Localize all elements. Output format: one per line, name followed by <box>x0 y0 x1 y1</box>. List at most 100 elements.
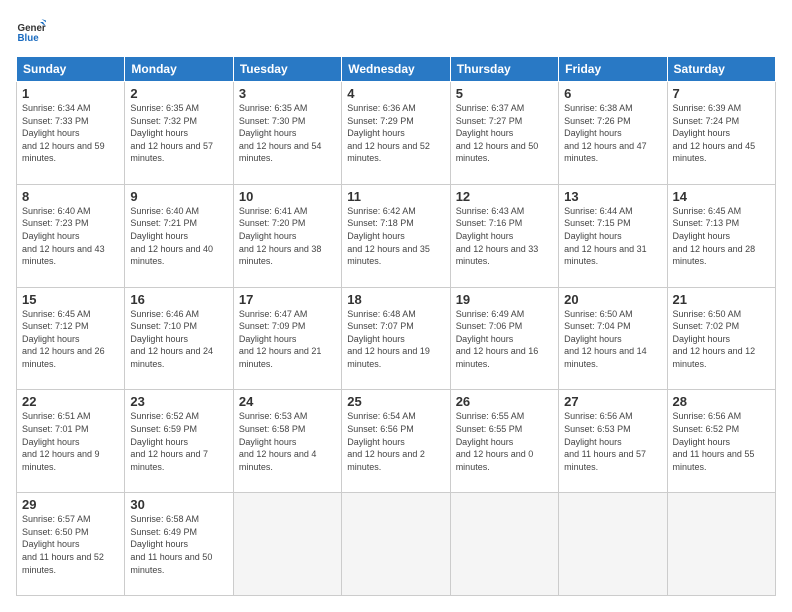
day-info: Sunrise: 6:40 AM Sunset: 7:23 PM Dayligh… <box>22 205 119 268</box>
day-cell: 30 Sunrise: 6:58 AM Sunset: 6:49 PM Dayl… <box>125 493 233 596</box>
day-cell: 9 Sunrise: 6:40 AM Sunset: 7:21 PM Dayli… <box>125 184 233 287</box>
day-info: Sunrise: 6:47 AM Sunset: 7:09 PM Dayligh… <box>239 308 336 371</box>
day-cell: 13 Sunrise: 6:44 AM Sunset: 7:15 PM Dayl… <box>559 184 667 287</box>
day-cell: 26 Sunrise: 6:55 AM Sunset: 6:55 PM Dayl… <box>450 390 558 493</box>
day-number: 29 <box>22 497 119 512</box>
day-info: Sunrise: 6:40 AM Sunset: 7:21 PM Dayligh… <box>130 205 227 268</box>
day-number: 28 <box>673 394 770 409</box>
day-number: 10 <box>239 189 336 204</box>
day-cell: 4 Sunrise: 6:36 AM Sunset: 7:29 PM Dayli… <box>342 82 450 185</box>
day-info: Sunrise: 6:48 AM Sunset: 7:07 PM Dayligh… <box>347 308 444 371</box>
day-cell: 19 Sunrise: 6:49 AM Sunset: 7:06 PM Dayl… <box>450 287 558 390</box>
day-cell: 1 Sunrise: 6:34 AM Sunset: 7:33 PM Dayli… <box>17 82 125 185</box>
day-number: 22 <box>22 394 119 409</box>
day-number: 14 <box>673 189 770 204</box>
day-info: Sunrise: 6:37 AM Sunset: 7:27 PM Dayligh… <box>456 102 553 165</box>
day-info: Sunrise: 6:52 AM Sunset: 6:59 PM Dayligh… <box>130 410 227 473</box>
day-header-monday: Monday <box>125 57 233 82</box>
day-cell: 22 Sunrise: 6:51 AM Sunset: 7:01 PM Dayl… <box>17 390 125 493</box>
day-header-tuesday: Tuesday <box>233 57 341 82</box>
day-number: 2 <box>130 86 227 101</box>
calendar-header-row: SundayMondayTuesdayWednesdayThursdayFrid… <box>17 57 776 82</box>
day-number: 9 <box>130 189 227 204</box>
day-info: Sunrise: 6:50 AM Sunset: 7:02 PM Dayligh… <box>673 308 770 371</box>
day-cell: 15 Sunrise: 6:45 AM Sunset: 7:12 PM Dayl… <box>17 287 125 390</box>
day-info: Sunrise: 6:54 AM Sunset: 6:56 PM Dayligh… <box>347 410 444 473</box>
day-info: Sunrise: 6:51 AM Sunset: 7:01 PM Dayligh… <box>22 410 119 473</box>
day-number: 3 <box>239 86 336 101</box>
day-cell: 2 Sunrise: 6:35 AM Sunset: 7:32 PM Dayli… <box>125 82 233 185</box>
day-info: Sunrise: 6:50 AM Sunset: 7:04 PM Dayligh… <box>564 308 661 371</box>
day-number: 20 <box>564 292 661 307</box>
day-header-wednesday: Wednesday <box>342 57 450 82</box>
day-number: 27 <box>564 394 661 409</box>
day-info: Sunrise: 6:41 AM Sunset: 7:20 PM Dayligh… <box>239 205 336 268</box>
day-info: Sunrise: 6:58 AM Sunset: 6:49 PM Dayligh… <box>130 513 227 576</box>
day-cell: 28 Sunrise: 6:56 AM Sunset: 6:52 PM Dayl… <box>667 390 775 493</box>
day-cell: 8 Sunrise: 6:40 AM Sunset: 7:23 PM Dayli… <box>17 184 125 287</box>
logo: General Blue <box>16 16 46 46</box>
day-number: 25 <box>347 394 444 409</box>
day-cell: 20 Sunrise: 6:50 AM Sunset: 7:04 PM Dayl… <box>559 287 667 390</box>
week-row-4: 22 Sunrise: 6:51 AM Sunset: 7:01 PM Dayl… <box>17 390 776 493</box>
week-row-2: 8 Sunrise: 6:40 AM Sunset: 7:23 PM Dayli… <box>17 184 776 287</box>
day-info: Sunrise: 6:38 AM Sunset: 7:26 PM Dayligh… <box>564 102 661 165</box>
day-header-thursday: Thursday <box>450 57 558 82</box>
day-header-friday: Friday <box>559 57 667 82</box>
day-cell: 7 Sunrise: 6:39 AM Sunset: 7:24 PM Dayli… <box>667 82 775 185</box>
day-info: Sunrise: 6:45 AM Sunset: 7:12 PM Dayligh… <box>22 308 119 371</box>
day-number: 23 <box>130 394 227 409</box>
day-cell: 12 Sunrise: 6:43 AM Sunset: 7:16 PM Dayl… <box>450 184 558 287</box>
day-number: 11 <box>347 189 444 204</box>
day-cell: 14 Sunrise: 6:45 AM Sunset: 7:13 PM Dayl… <box>667 184 775 287</box>
day-cell: 24 Sunrise: 6:53 AM Sunset: 6:58 PM Dayl… <box>233 390 341 493</box>
day-info: Sunrise: 6:53 AM Sunset: 6:58 PM Dayligh… <box>239 410 336 473</box>
day-header-saturday: Saturday <box>667 57 775 82</box>
day-cell: 11 Sunrise: 6:42 AM Sunset: 7:18 PM Dayl… <box>342 184 450 287</box>
day-info: Sunrise: 6:45 AM Sunset: 7:13 PM Dayligh… <box>673 205 770 268</box>
day-info: Sunrise: 6:57 AM Sunset: 6:50 PM Dayligh… <box>22 513 119 576</box>
day-number: 6 <box>564 86 661 101</box>
day-info: Sunrise: 6:34 AM Sunset: 7:33 PM Dayligh… <box>22 102 119 165</box>
day-number: 1 <box>22 86 119 101</box>
day-info: Sunrise: 6:39 AM Sunset: 7:24 PM Dayligh… <box>673 102 770 165</box>
day-cell <box>233 493 341 596</box>
day-header-sunday: Sunday <box>17 57 125 82</box>
calendar-table: SundayMondayTuesdayWednesdayThursdayFrid… <box>16 56 776 596</box>
day-number: 21 <box>673 292 770 307</box>
day-info: Sunrise: 6:49 AM Sunset: 7:06 PM Dayligh… <box>456 308 553 371</box>
day-cell <box>559 493 667 596</box>
day-cell: 29 Sunrise: 6:57 AM Sunset: 6:50 PM Dayl… <box>17 493 125 596</box>
day-info: Sunrise: 6:35 AM Sunset: 7:30 PM Dayligh… <box>239 102 336 165</box>
day-number: 30 <box>130 497 227 512</box>
day-info: Sunrise: 6:43 AM Sunset: 7:16 PM Dayligh… <box>456 205 553 268</box>
day-info: Sunrise: 6:35 AM Sunset: 7:32 PM Dayligh… <box>130 102 227 165</box>
logo-icon: General Blue <box>16 16 46 46</box>
day-cell: 16 Sunrise: 6:46 AM Sunset: 7:10 PM Dayl… <box>125 287 233 390</box>
day-number: 5 <box>456 86 553 101</box>
day-info: Sunrise: 6:56 AM Sunset: 6:53 PM Dayligh… <box>564 410 661 473</box>
day-info: Sunrise: 6:42 AM Sunset: 7:18 PM Dayligh… <box>347 205 444 268</box>
header: General Blue <box>16 16 776 46</box>
day-number: 26 <box>456 394 553 409</box>
day-info: Sunrise: 6:55 AM Sunset: 6:55 PM Dayligh… <box>456 410 553 473</box>
day-info: Sunrise: 6:56 AM Sunset: 6:52 PM Dayligh… <box>673 410 770 473</box>
day-cell: 27 Sunrise: 6:56 AM Sunset: 6:53 PM Dayl… <box>559 390 667 493</box>
week-row-1: 1 Sunrise: 6:34 AM Sunset: 7:33 PM Dayli… <box>17 82 776 185</box>
week-row-5: 29 Sunrise: 6:57 AM Sunset: 6:50 PM Dayl… <box>17 493 776 596</box>
day-cell: 25 Sunrise: 6:54 AM Sunset: 6:56 PM Dayl… <box>342 390 450 493</box>
day-cell: 3 Sunrise: 6:35 AM Sunset: 7:30 PM Dayli… <box>233 82 341 185</box>
day-cell: 17 Sunrise: 6:47 AM Sunset: 7:09 PM Dayl… <box>233 287 341 390</box>
day-number: 19 <box>456 292 553 307</box>
day-info: Sunrise: 6:36 AM Sunset: 7:29 PM Dayligh… <box>347 102 444 165</box>
day-number: 7 <box>673 86 770 101</box>
day-info: Sunrise: 6:46 AM Sunset: 7:10 PM Dayligh… <box>130 308 227 371</box>
day-cell <box>667 493 775 596</box>
svg-text:Blue: Blue <box>18 33 40 44</box>
page: General Blue SundayMondayTuesdayWednesda… <box>0 0 792 612</box>
day-cell: 21 Sunrise: 6:50 AM Sunset: 7:02 PM Dayl… <box>667 287 775 390</box>
day-number: 15 <box>22 292 119 307</box>
day-number: 4 <box>347 86 444 101</box>
day-cell <box>342 493 450 596</box>
day-cell: 6 Sunrise: 6:38 AM Sunset: 7:26 PM Dayli… <box>559 82 667 185</box>
